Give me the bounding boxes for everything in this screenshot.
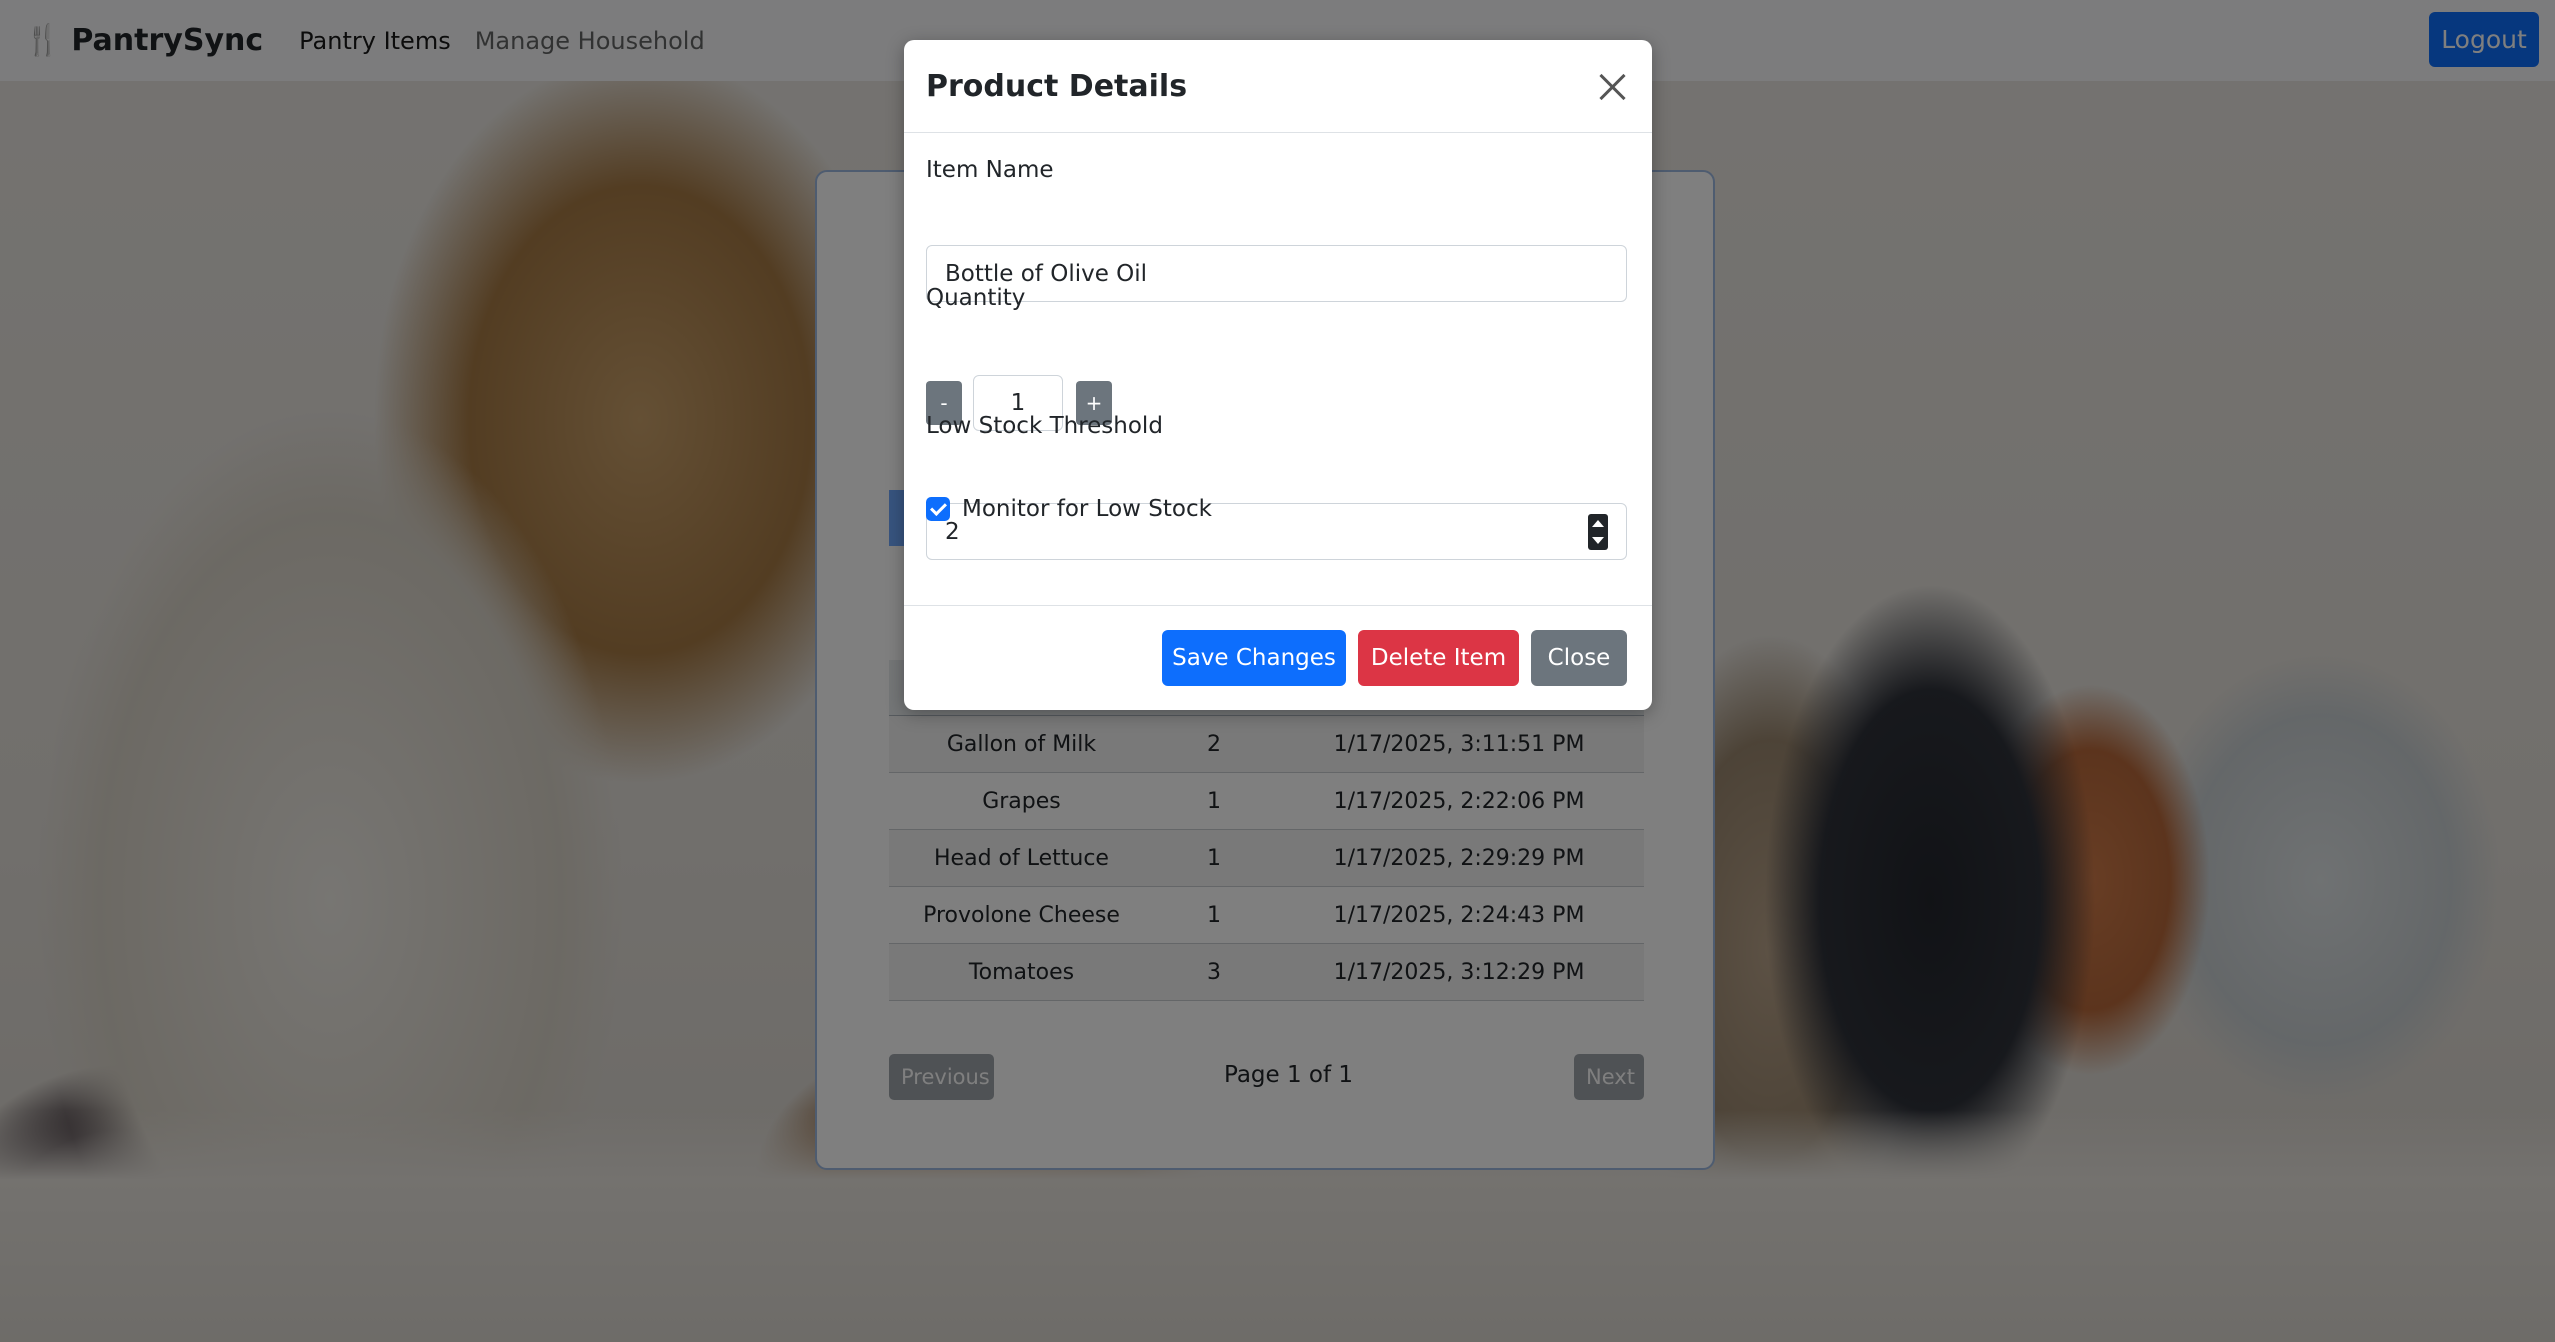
monitor-low-stock-checkbox[interactable] bbox=[926, 497, 950, 521]
item-name-label: Item Name bbox=[926, 157, 1054, 183]
product-details-modal: Product Details Item Name Quantity - + L… bbox=[904, 40, 1652, 710]
save-changes-button[interactable]: Save Changes bbox=[1162, 630, 1346, 686]
spinner-arrows-icon[interactable] bbox=[1588, 514, 1608, 550]
close-icon[interactable] bbox=[1594, 68, 1630, 104]
delete-item-button[interactable]: Delete Item bbox=[1358, 630, 1519, 686]
close-button[interactable]: Close bbox=[1531, 630, 1627, 686]
modal-title: Product Details bbox=[926, 68, 1188, 104]
modal-header: Product Details bbox=[904, 40, 1652, 133]
modal-body: Item Name Quantity - + Low Stock Thresho… bbox=[904, 133, 1652, 603]
threshold-label: Low Stock Threshold bbox=[926, 413, 1163, 439]
monitor-low-stock-label: Monitor for Low Stock bbox=[962, 496, 1212, 522]
monitor-low-stock-row[interactable]: Monitor for Low Stock bbox=[926, 496, 1212, 522]
quantity-label: Quantity bbox=[926, 285, 1026, 311]
threshold-value: 2 bbox=[945, 518, 960, 545]
item-name-input[interactable] bbox=[926, 245, 1627, 302]
modal-footer: Save Changes Delete Item Close bbox=[904, 605, 1652, 710]
